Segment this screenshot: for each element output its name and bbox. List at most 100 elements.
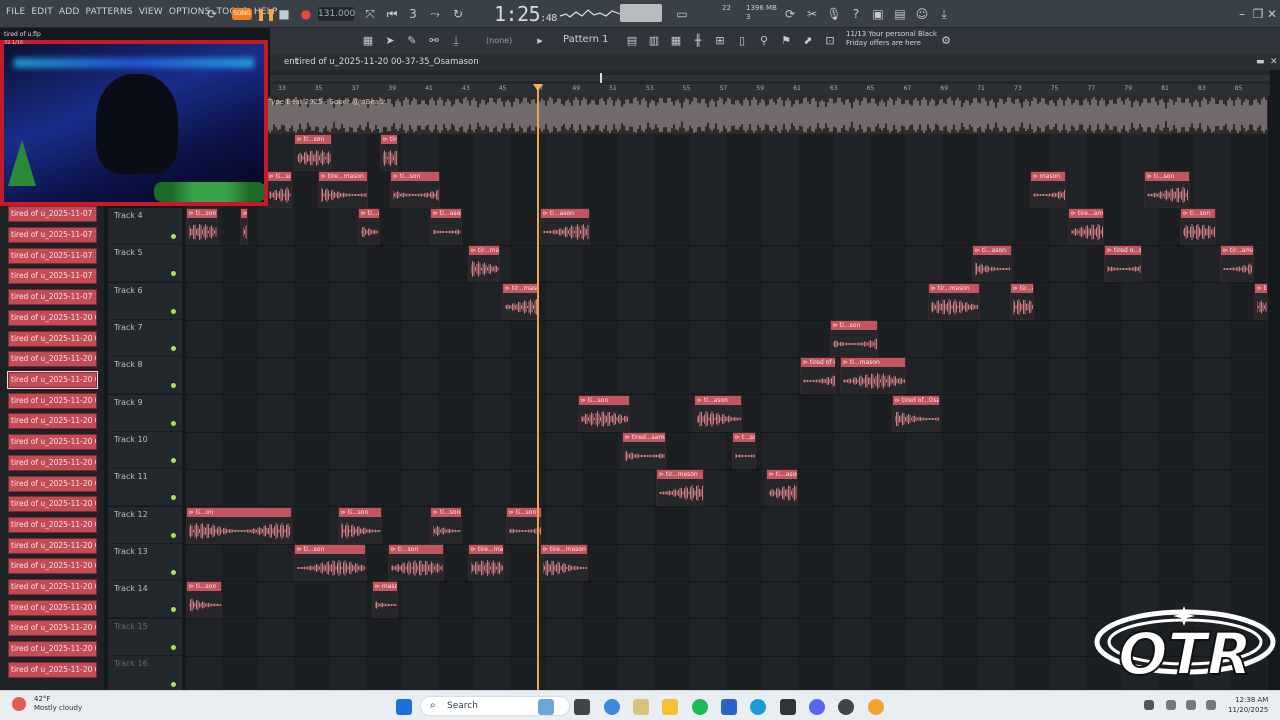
track-mute-led[interactable] bbox=[171, 495, 176, 500]
windows-start-icon[interactable] bbox=[396, 699, 412, 715]
piano-roll-icon[interactable]: ▦ bbox=[668, 33, 684, 49]
audio-clip[interactable]: ⊳ tir...ason bbox=[240, 208, 248, 245]
audio-clip[interactable]: ⊳ ti...ason bbox=[766, 469, 798, 506]
track-header[interactable]: Track 12 bbox=[108, 507, 182, 544]
audio-clip[interactable]: ⊳ ti...on bbox=[186, 507, 292, 544]
track-mute-led[interactable] bbox=[171, 383, 176, 388]
minimize-playlist-icon[interactable]: ▬ bbox=[1256, 57, 1265, 67]
audio-clip[interactable]: ⊳ ti...son bbox=[186, 208, 218, 245]
track-mute-led[interactable] bbox=[171, 533, 176, 538]
fader-icon[interactable]: ╫ bbox=[690, 33, 706, 49]
time-display[interactable]: 1:25:48 bbox=[494, 2, 557, 26]
chat-icon[interactable]: ☺ bbox=[914, 6, 930, 22]
track-mute-led[interactable] bbox=[171, 570, 176, 575]
track-header[interactable]: Track 5 bbox=[108, 245, 182, 282]
menu-patterns[interactable]: PATTERNS bbox=[86, 7, 133, 17]
audio-clip[interactable]: ⊳ tire...mason bbox=[540, 544, 588, 581]
tune-icon[interactable]: ⚑ bbox=[778, 33, 794, 49]
audio-clip[interactable]: ⊳ tir...mason bbox=[502, 283, 538, 320]
track-header[interactable]: Track 8 bbox=[108, 357, 182, 394]
save-icon[interactable]: ▣ bbox=[870, 6, 886, 22]
menu-add[interactable]: ADD bbox=[59, 7, 80, 17]
discord-icon[interactable] bbox=[809, 699, 825, 715]
picker-item[interactable]: tired of u_2025-11-07 14... bbox=[8, 206, 97, 222]
audio-clip[interactable]: ⊳ tired...samason bbox=[622, 432, 666, 469]
audio-clip[interactable]: ⊳ tired of u_20...5-27_Osamason bbox=[800, 357, 836, 394]
audio-clip[interactable]: ⊳ tired o...samason bbox=[1104, 245, 1142, 282]
picker-item[interactable]: tired of u_2025-11-20 00... bbox=[8, 579, 97, 595]
audio-clip[interactable]: ⊳ ti...ason bbox=[972, 245, 1012, 282]
picker-item[interactable]: tired of u_2025-11-20 00... bbox=[8, 310, 97, 326]
countdown-icon[interactable]: 3 bbox=[405, 6, 421, 22]
file-explorer-icon[interactable] bbox=[662, 699, 678, 715]
audio-clip[interactable]: ⊳ tir...ason bbox=[1010, 283, 1034, 320]
audio-clip[interactable]: ⊳ ti...mason bbox=[840, 357, 906, 394]
loop-record-icon[interactable]: ↻ bbox=[450, 6, 466, 22]
wait-icon[interactable]: ⏮ bbox=[384, 6, 400, 22]
track-mute-led[interactable] bbox=[171, 421, 176, 426]
store-icon[interactable] bbox=[721, 699, 737, 715]
spotify-icon[interactable] bbox=[692, 699, 708, 715]
gear-icon[interactable]: ⚙ bbox=[938, 33, 954, 49]
reference-track[interactable] bbox=[265, 96, 1268, 134]
audio-clip[interactable]: ⊳ ti...son bbox=[294, 134, 332, 171]
audio-clip[interactable]: ⊳ ti...son bbox=[578, 395, 630, 432]
file-icon[interactable]: ▯ bbox=[734, 33, 750, 49]
metronome-icon[interactable]: ⤧ bbox=[362, 6, 378, 22]
track-mute-led[interactable] bbox=[171, 458, 176, 463]
weather-icon[interactable] bbox=[12, 697, 26, 711]
picker-item[interactable]: tired of u_2025-11-20 00... bbox=[8, 476, 97, 492]
track-header[interactable]: Track 6 bbox=[108, 283, 182, 320]
audio-clip[interactable]: ⊳ tir...mason bbox=[928, 283, 980, 320]
audio-clip[interactable]: ⊳ ti...son bbox=[294, 544, 366, 581]
close-playlist-icon[interactable]: ✕ bbox=[1270, 57, 1278, 67]
picker-item[interactable]: tired of u_2025-11-07 14... bbox=[8, 248, 97, 264]
loop-icon[interactable]: ⟳ bbox=[204, 6, 220, 22]
cursor-icon[interactable]: ⬈ bbox=[800, 33, 816, 49]
picker-item[interactable]: tired of u_2025-11-20 00... bbox=[8, 413, 97, 429]
audio-clip[interactable]: ⊳ tir...mason bbox=[468, 245, 500, 282]
record-icon[interactable]: ● bbox=[298, 6, 314, 22]
track-header[interactable]: Track 11 bbox=[108, 469, 182, 506]
volume-icon[interactable] bbox=[1186, 700, 1196, 710]
chrome-icon[interactable] bbox=[604, 699, 620, 715]
pause-icon[interactable]: ❚❚ bbox=[256, 6, 276, 22]
audio-clip[interactable]: ⊳ ti...son bbox=[388, 544, 444, 581]
audio-clip[interactable]: ⊳ ti...son bbox=[186, 581, 222, 618]
picker-item[interactable]: tired of u_2025-11-20 00... bbox=[8, 600, 97, 616]
arrow-right-icon[interactable]: ▸ bbox=[532, 33, 548, 49]
blend-icon[interactable]: ⤳ bbox=[427, 6, 443, 22]
tree-icon[interactable]: ⊞ bbox=[712, 33, 728, 49]
edge-icon[interactable] bbox=[750, 699, 766, 715]
audio-clip[interactable]: ⊳ tired of...Osamason bbox=[892, 395, 940, 432]
channel-rack-icon[interactable]: ▥ bbox=[646, 33, 662, 49]
picker-item[interactable]: tired of u_2025-11-20 00... bbox=[8, 641, 97, 657]
tempo-display[interactable]: 131.000 bbox=[318, 7, 355, 21]
picker-item[interactable]: tired of u_2025-11-20 00... bbox=[8, 620, 97, 636]
audio-clip[interactable]: ⊳ ti...ason bbox=[694, 395, 742, 432]
track-mute-led[interactable] bbox=[171, 271, 176, 276]
picker-item[interactable]: tired of u_2025-11-20 00... bbox=[8, 351, 97, 367]
close-icon[interactable]: ✕ bbox=[1264, 6, 1280, 22]
wifi-icon[interactable] bbox=[1166, 700, 1176, 710]
audio-clip[interactable]: ⊳ tire...mason bbox=[318, 171, 368, 208]
pattern-selector[interactable]: Pattern 1 bbox=[563, 34, 609, 45]
track-mute-led[interactable] bbox=[171, 234, 176, 239]
timeline-ruler[interactable]: 33 35 37 39 41 43 45 47 49 51 53 55 57 59 61 63 65 67 69 71… bbox=[270, 84, 1270, 96]
playhead[interactable] bbox=[537, 84, 539, 690]
picker-item[interactable]: tired of u_2025-11-07 14... bbox=[8, 268, 97, 284]
widget-icon[interactable] bbox=[538, 699, 554, 715]
track-header[interactable]: Track 7 bbox=[108, 320, 182, 357]
track-mute-led[interactable] bbox=[171, 346, 176, 351]
mixer-icon[interactable]: ▤ bbox=[624, 33, 640, 49]
bag-icon[interactable]: ⊡ bbox=[822, 33, 838, 49]
audio-clip[interactable]: ⊳ tire...mason bbox=[380, 134, 398, 171]
play-icon[interactable]: ➤ bbox=[382, 33, 398, 49]
tray-chevron-icon[interactable] bbox=[1144, 700, 1154, 710]
audio-clip[interactable]: ⊳ tir...amason bbox=[1220, 245, 1254, 282]
pencil-icon[interactable]: ✎ bbox=[404, 33, 420, 49]
minimize-icon[interactable]: – bbox=[1234, 6, 1250, 22]
track-header[interactable]: Track 10 bbox=[108, 432, 182, 469]
media-icon[interactable] bbox=[633, 699, 649, 715]
audio-clip[interactable]: ⊳ tire...amason bbox=[1068, 208, 1104, 245]
